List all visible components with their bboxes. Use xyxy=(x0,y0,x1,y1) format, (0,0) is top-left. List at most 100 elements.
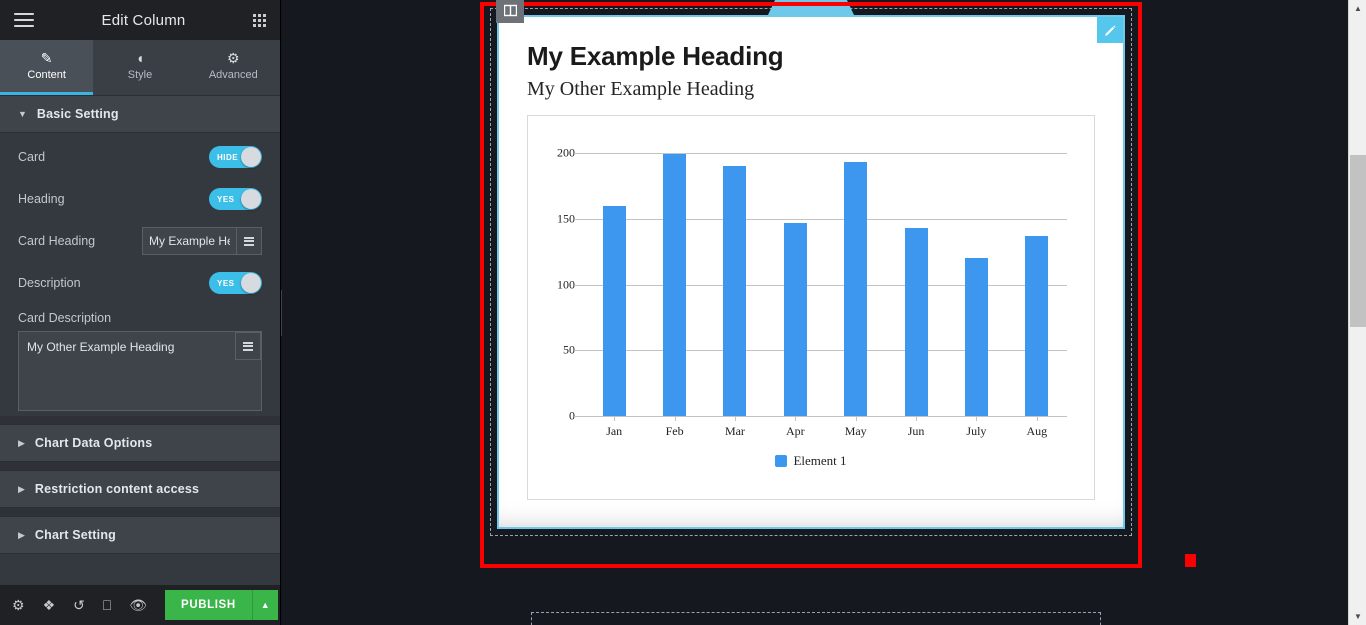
divider xyxy=(0,508,280,516)
page-title: Edit Column xyxy=(101,11,186,29)
panel-tabs: ✎ Content ◖ Style ⚙ Advanced xyxy=(0,40,280,95)
page-scrollbar[interactable]: ▲ ▼ xyxy=(1348,0,1366,625)
gear-icon[interactable]: ⚙ xyxy=(12,598,25,612)
section-chart-setting[interactable]: ▶ Chart Setting xyxy=(0,516,280,554)
toggle-knob xyxy=(241,189,261,209)
dynamic-tags-icon[interactable] xyxy=(236,227,262,255)
x-axis-tick-label: Jan xyxy=(606,424,623,438)
x-axis-tick-label: Mar xyxy=(724,424,745,438)
scrollbar-thumb[interactable] xyxy=(1350,155,1366,327)
chart-legend: Element 1 xyxy=(528,453,1094,469)
y-axis-tick xyxy=(574,416,584,417)
heading-toggle[interactable]: YES xyxy=(209,188,262,210)
toggle-knob xyxy=(241,273,261,293)
x-axis-tick xyxy=(674,416,676,421)
heading-toggle-state: YES xyxy=(217,194,235,204)
chevron-down-icon: ▼ xyxy=(18,108,27,119)
card-heading: My Example Heading xyxy=(527,41,784,71)
chart-bars xyxy=(584,153,1067,416)
bar-cell xyxy=(826,153,886,416)
tab-content-label: Content xyxy=(27,69,66,81)
control-card-heading: Card Heading xyxy=(0,223,280,259)
layers-icon[interactable]: ❖ xyxy=(43,598,56,612)
control-description: Description YES xyxy=(0,265,280,301)
chevron-right-icon: ▶ xyxy=(18,483,25,494)
bar-aug[interactable] xyxy=(1025,235,1049,416)
panel-body: ▼ Basic Setting Card HIDE Heading YES Ca… xyxy=(0,95,280,585)
chevron-up-icon[interactable]: ▲ xyxy=(251,590,278,620)
chevron-right-icon: ▶ xyxy=(18,529,25,540)
section-restriction-content-access[interactable]: ▶ Restriction content access xyxy=(0,470,280,508)
preview-eye-icon[interactable]: 👁 xyxy=(129,598,147,612)
divider xyxy=(0,416,280,424)
section-restriction-label: Restriction content access xyxy=(34,482,200,496)
description-toggle-state: YES xyxy=(217,278,235,288)
tab-content[interactable]: ✎ Content xyxy=(0,40,94,95)
bar-cell xyxy=(584,153,644,416)
chart-x-axis: Jan Feb Mar Apr May Jun July Aug xyxy=(584,424,1067,439)
divider xyxy=(0,462,280,470)
x-axis-tick xyxy=(1036,416,1038,421)
bar-chart[interactable]: 0 50 100 150 200 Jan Feb Mar Apr May Jun July Aug E… xyxy=(527,115,1095,500)
y-axis-tick xyxy=(574,284,584,286)
bar-jan[interactable] xyxy=(602,205,626,416)
annotation-marker xyxy=(1185,554,1196,567)
x-axis-tick xyxy=(976,416,978,421)
bar-mar[interactable] xyxy=(723,166,747,416)
elementor-section[interactable]: My Example Heading My Other Example Head… xyxy=(490,0,1132,536)
x-axis-tick-label: Feb xyxy=(665,424,684,438)
history-icon[interactable]: ↺ xyxy=(73,598,85,612)
panel-footer: ⚙ ❖ ↺ ⎕ 👁 PUBLISH ▲ xyxy=(0,585,280,625)
x-axis-tick xyxy=(614,416,616,421)
elementor-column[interactable]: My Example Heading My Other Example Head… xyxy=(496,0,1125,529)
x-axis-tick-label: Aug xyxy=(1026,424,1048,438)
y-axis-tick xyxy=(574,350,584,352)
bar-may[interactable] xyxy=(844,162,868,416)
bar-feb[interactable] xyxy=(663,154,687,416)
triangle-up-icon[interactable]: ▲ xyxy=(1349,0,1366,17)
x-axis-tick-label: May xyxy=(844,424,867,438)
grid-apps-icon[interactable] xyxy=(253,13,266,27)
card-toggle-state: HIDE xyxy=(217,152,239,162)
control-heading: Heading YES xyxy=(0,181,280,217)
card-heading-input[interactable] xyxy=(142,227,236,255)
description-toggle[interactable]: YES xyxy=(209,272,262,294)
section-handle[interactable] xyxy=(768,0,854,15)
x-axis-tick-label: Jun xyxy=(907,424,925,438)
bar-july[interactable] xyxy=(964,258,988,416)
section-chart-data-options-label: Chart Data Options xyxy=(34,436,153,450)
triangle-down-icon[interactable]: ▼ xyxy=(1349,608,1366,625)
y-axis-tick xyxy=(574,153,584,154)
pencil-icon: ✎ xyxy=(40,50,53,66)
bar-apr[interactable] xyxy=(783,222,807,416)
x-axis-tick xyxy=(855,416,857,421)
gridline xyxy=(584,416,1067,417)
control-card: Card HIDE xyxy=(0,139,280,175)
hamburger-icon[interactable] xyxy=(14,9,34,31)
bar-cell xyxy=(1007,153,1067,416)
legend-swatch xyxy=(775,455,788,467)
bar-cell xyxy=(705,153,765,416)
section-basic-setting[interactable]: ▼ Basic Setting xyxy=(0,95,280,133)
chevron-right-icon: ▶ xyxy=(18,437,25,448)
bar-cell xyxy=(946,153,1006,416)
bar-jun[interactable] xyxy=(904,227,928,416)
card-description-textarea[interactable]: My Other Example Heading xyxy=(18,331,262,411)
section-chart-data-options[interactable]: ▶ Chart Data Options xyxy=(0,424,280,462)
tab-advanced[interactable]: ⚙ Advanced xyxy=(187,40,280,95)
control-card-heading-label: Card Heading xyxy=(18,234,96,248)
legend-label: Element 1 xyxy=(793,453,847,468)
navigator-icon[interactable]: ⎕ xyxy=(103,598,111,612)
card-description: My Other Example Heading xyxy=(527,78,755,100)
tab-style[interactable]: ◖ Style xyxy=(93,40,186,95)
edit-pencil-icon[interactable] xyxy=(1097,17,1123,43)
next-section-outline[interactable] xyxy=(531,612,1101,625)
card-toggle[interactable]: HIDE xyxy=(209,146,262,168)
columns-icon[interactable] xyxy=(496,0,524,23)
chart-plot: 0 50 100 150 200 Jan Feb Mar Apr May Jun July Aug E… xyxy=(528,116,1094,499)
x-axis-tick-label: Apr xyxy=(785,424,805,438)
x-axis-tick xyxy=(916,416,918,421)
preview-canvas: My Example Heading My Other Example Head… xyxy=(282,0,1348,625)
dynamic-tags-icon[interactable] xyxy=(235,332,261,360)
publish-button[interactable]: PUBLISH xyxy=(165,590,252,620)
